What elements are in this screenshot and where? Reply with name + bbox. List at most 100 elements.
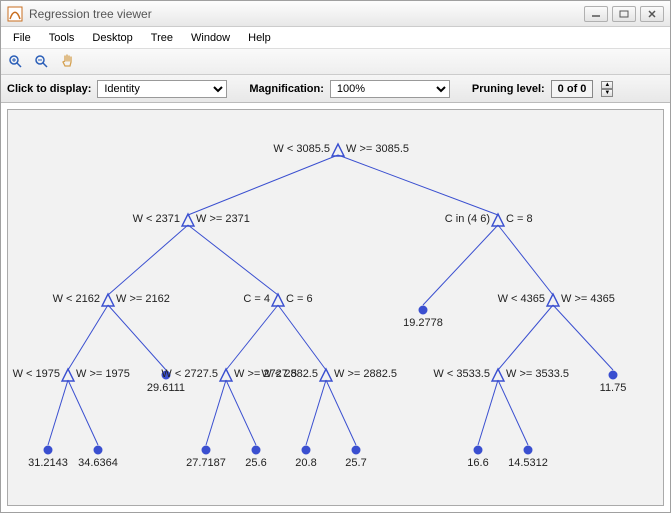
leaf-value: 25.6 bbox=[245, 457, 266, 469]
split-node[interactable] bbox=[272, 294, 284, 306]
minimize-button[interactable] bbox=[584, 6, 608, 22]
split-left-label: W < 2162 bbox=[53, 293, 100, 305]
tree-edge bbox=[326, 380, 356, 445]
leaf-value: 11.75 bbox=[600, 382, 627, 394]
split-left-label: C = 4 bbox=[243, 293, 270, 305]
split-node[interactable] bbox=[62, 369, 74, 381]
leaf-value: 16.6 bbox=[467, 457, 488, 469]
menu-file[interactable]: File bbox=[5, 30, 39, 46]
tree-edge bbox=[188, 155, 338, 215]
tree-edge bbox=[338, 155, 498, 215]
close-button[interactable] bbox=[640, 6, 664, 22]
tree-edge bbox=[48, 380, 68, 445]
leaf-node[interactable] bbox=[94, 446, 102, 454]
split-node[interactable] bbox=[492, 214, 504, 226]
titlebar: Regression tree viewer bbox=[1, 1, 670, 27]
tree-canvas[interactable]: W < 3085.5 W >= 3085.5 W < 2371 W >= 2371 C … bbox=[7, 109, 664, 506]
split-right-label: W >= 4365 bbox=[561, 293, 615, 305]
menubar: File Tools Desktop Tree Window Help bbox=[1, 27, 670, 49]
split-left-label: W < 3085.5 bbox=[273, 143, 330, 155]
leaf-node[interactable] bbox=[524, 446, 532, 454]
control-bar: Click to display: Identity Magnification… bbox=[1, 75, 670, 103]
zoom-in-icon[interactable] bbox=[7, 53, 25, 71]
leaf-node[interactable] bbox=[609, 371, 617, 379]
leaf-value: 31.2143 bbox=[28, 457, 68, 469]
leaf-node[interactable] bbox=[252, 446, 260, 454]
tree-edge bbox=[108, 305, 166, 370]
toolbar bbox=[1, 49, 670, 75]
leaf-node[interactable] bbox=[352, 446, 360, 454]
split-left-label: W < 4365 bbox=[498, 293, 545, 305]
tree-edge bbox=[226, 305, 278, 370]
split-right-label: W >= 2371 bbox=[196, 213, 250, 225]
app-icon bbox=[7, 6, 23, 22]
tree-edge bbox=[498, 305, 553, 370]
split-left-label: W < 2882.5 bbox=[261, 368, 318, 380]
pruning-value: 0 of 0 bbox=[551, 80, 594, 98]
split-left-label: W < 3533.5 bbox=[433, 368, 490, 380]
tree-edge bbox=[498, 225, 553, 295]
app-window: Regression tree viewer File Tools Deskto… bbox=[0, 0, 671, 513]
menu-desktop[interactable]: Desktop bbox=[84, 30, 140, 46]
tree-edge bbox=[553, 305, 613, 370]
split-node[interactable] bbox=[320, 369, 332, 381]
split-right-label: C = 6 bbox=[286, 293, 313, 305]
leaf-node[interactable] bbox=[474, 446, 482, 454]
tree-edge bbox=[108, 225, 188, 295]
menu-window[interactable]: Window bbox=[183, 30, 238, 46]
menu-tree[interactable]: Tree bbox=[143, 30, 181, 46]
split-node[interactable] bbox=[332, 144, 344, 156]
split-right-label: C = 8 bbox=[506, 213, 533, 225]
leaf-value: 34.6364 bbox=[78, 457, 118, 469]
pruning-up-button[interactable]: ▲ bbox=[601, 81, 613, 89]
pan-icon[interactable] bbox=[59, 53, 77, 71]
split-node[interactable] bbox=[220, 369, 232, 381]
tree-svg: W < 3085.5 W >= 3085.5 W < 2371 W >= 2371 C … bbox=[8, 110, 663, 510]
tree-edge bbox=[68, 305, 108, 370]
split-node[interactable] bbox=[492, 369, 504, 381]
split-right-label: W >= 2882.5 bbox=[334, 368, 397, 380]
tree-edge bbox=[226, 380, 256, 445]
click-display-label: Click to display: bbox=[7, 83, 91, 95]
leaf-value: 19.2778 bbox=[403, 317, 443, 329]
tree-edge bbox=[206, 380, 226, 445]
split-left-label: W < 2371 bbox=[133, 213, 180, 225]
click-display-select[interactable]: Identity bbox=[97, 80, 227, 98]
tree-edge bbox=[478, 380, 498, 445]
pruning-spinner: ▲ ▼ bbox=[601, 81, 613, 97]
leaf-value: 14.5312 bbox=[508, 457, 548, 469]
zoom-out-icon[interactable] bbox=[33, 53, 51, 71]
pruning-label: Pruning level: bbox=[472, 83, 545, 95]
split-right-label: W >= 3085.5 bbox=[346, 143, 409, 155]
split-node[interactable] bbox=[547, 294, 559, 306]
tree-edge bbox=[188, 225, 278, 295]
split-left-label: W < 2727.5 bbox=[161, 368, 218, 380]
menu-help[interactable]: Help bbox=[240, 30, 279, 46]
leaf-node[interactable] bbox=[44, 446, 52, 454]
tree-edge bbox=[68, 380, 98, 445]
leaf-value: 20.8 bbox=[295, 457, 316, 469]
tree-edge bbox=[423, 225, 498, 305]
leaf-value: 29.6111 bbox=[147, 382, 185, 394]
window-title: Regression tree viewer bbox=[29, 7, 584, 21]
split-right-label: W >= 1975 bbox=[76, 368, 130, 380]
split-left-label: C in (4 6) bbox=[445, 213, 490, 225]
magnification-select[interactable]: 100% bbox=[330, 80, 450, 98]
split-node[interactable] bbox=[182, 214, 194, 226]
pruning-down-button[interactable]: ▼ bbox=[601, 89, 613, 97]
window-buttons bbox=[584, 6, 664, 22]
leaf-node[interactable] bbox=[302, 446, 310, 454]
menu-tools[interactable]: Tools bbox=[41, 30, 83, 46]
leaf-node[interactable] bbox=[419, 306, 427, 314]
split-right-label: W >= 3533.5 bbox=[506, 368, 569, 380]
split-right-label: W >= 2162 bbox=[116, 293, 170, 305]
tree-edge bbox=[278, 305, 326, 370]
split-node[interactable] bbox=[102, 294, 114, 306]
leaf-node[interactable] bbox=[202, 446, 210, 454]
tree-edge bbox=[498, 380, 528, 445]
tree-edge bbox=[306, 380, 326, 445]
magnification-label: Magnification: bbox=[249, 83, 324, 95]
maximize-button[interactable] bbox=[612, 6, 636, 22]
leaf-value: 27.7187 bbox=[186, 457, 226, 469]
split-left-label: W < 1975 bbox=[13, 368, 60, 380]
